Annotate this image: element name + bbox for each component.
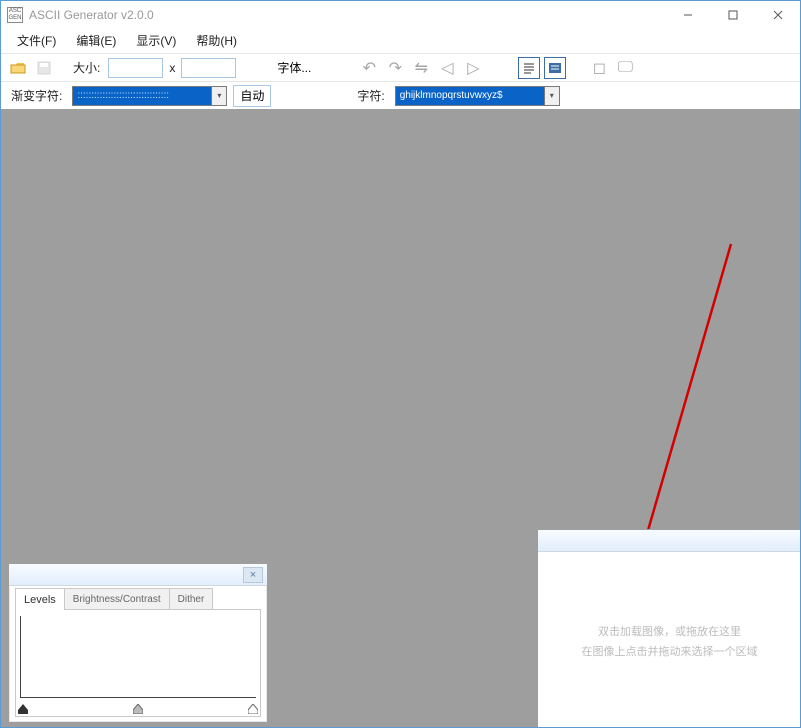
levels-panel[interactable]: × Levels Brightness/Contrast Dither (8, 563, 268, 723)
chars-value[interactable]: ghijklmnopqrstuvwxyz$ (395, 86, 545, 106)
folder-open-icon (10, 61, 26, 75)
size-label: 大小: (73, 59, 100, 76)
save-icon (37, 61, 51, 75)
menu-view[interactable]: 显示(V) (126, 30, 186, 51)
size-height-input[interactable] (181, 58, 236, 78)
prev-button[interactable]: ◁ (436, 57, 458, 79)
menu-edit[interactable]: 编辑(E) (66, 30, 126, 51)
levels-slider-track[interactable] (18, 702, 258, 714)
window-buttons (665, 1, 800, 29)
fit-window-button[interactable]: ◻ (588, 57, 610, 79)
align-left-button[interactable] (518, 57, 540, 79)
size-width-input[interactable] (108, 58, 163, 78)
gradient-chars-dropdown[interactable]: ▾ (212, 86, 227, 106)
white-point-handle[interactable] (248, 704, 258, 714)
chars-label: 字符: (357, 87, 384, 104)
toolbar-main: 大小: x 字体... ↶ ↷ ⇋ ◁ ▷ ◻ 🖵 (1, 53, 800, 81)
flip-h-button[interactable]: ⇋ (410, 57, 432, 79)
window-title: ASCII Generator v2.0.0 (29, 8, 154, 22)
auto-button[interactable]: 自动 (233, 85, 271, 107)
drop-hint-line1: 双击加载图像，或拖放在这里 (538, 622, 800, 642)
gradient-chars-value[interactable]: ::::::::::::::::::::::::::::::::: (72, 86, 212, 106)
maximize-button[interactable] (710, 1, 755, 29)
open-button[interactable] (7, 57, 29, 79)
tab-dither[interactable]: Dither (169, 588, 214, 610)
gradient-chars-combo[interactable]: ::::::::::::::::::::::::::::::::: ▾ (72, 85, 227, 107)
black-point-handle[interactable] (18, 704, 28, 714)
text-fill-icon (548, 62, 562, 74)
image-drop-titlebar[interactable] (538, 530, 800, 552)
rotate-cw-button[interactable]: ↷ (384, 57, 406, 79)
align-center-button[interactable] (544, 57, 566, 79)
rotate-ccw-icon: ↶ (363, 58, 376, 78)
image-drop-hint: 双击加载图像，或拖放在这里 在图像上点击并拖动来选择一个区域 (538, 622, 800, 662)
levels-panel-close[interactable]: × (243, 567, 263, 583)
flip-h-icon: ⇋ (415, 58, 428, 78)
workspace[interactable]: × Levels Brightness/Contrast Dither 双击加载… (1, 109, 800, 727)
mid-point-handle[interactable] (133, 704, 143, 714)
close-button[interactable] (755, 1, 800, 29)
save-button[interactable] (33, 57, 55, 79)
rotate-ccw-button[interactable]: ↶ (358, 57, 380, 79)
toolbar-chars: 渐变字符: ::::::::::::::::::::::::::::::::: … (1, 81, 800, 109)
menu-help[interactable]: 帮助(H) (186, 30, 247, 51)
size-separator: x (169, 61, 175, 75)
menu-file[interactable]: 文件(F) (7, 30, 66, 51)
chars-combo[interactable]: ghijklmnopqrstuvwxyz$ ▾ (395, 85, 560, 107)
histogram (20, 616, 256, 698)
gradient-chars-label: 渐变字符: (11, 87, 62, 104)
app-window: ASCGEN ASCII Generator v2.0.0 文件(F) 编辑(E… (0, 0, 801, 728)
app-icon: ASCGEN (7, 7, 23, 23)
drop-hint-line2: 在图像上点击并拖动来选择一个区域 (538, 642, 800, 662)
triangle-left-icon: ◁ (441, 58, 453, 78)
minimize-button[interactable] (665, 1, 710, 29)
levels-tabs: Levels Brightness/Contrast Dither (9, 586, 267, 610)
levels-panel-titlebar[interactable]: × (9, 564, 267, 586)
tab-levels[interactable]: Levels (15, 588, 65, 610)
rotate-cw-icon: ↷ (389, 58, 402, 78)
monitor-icon: 🖵 (618, 59, 633, 77)
image-drop-panel[interactable]: 双击加载图像，或拖放在这里 在图像上点击并拖动来选择一个区域 (537, 529, 800, 727)
levels-body (15, 609, 261, 717)
monitor-button[interactable]: 🖵 (614, 57, 636, 79)
menu-bar: 文件(F) 编辑(E) 显示(V) 帮助(H) (1, 29, 800, 53)
fit-icon: ◻ (593, 58, 606, 78)
triangle-right-icon: ▷ (467, 58, 479, 78)
font-button[interactable]: 字体... (268, 57, 320, 79)
chars-dropdown[interactable]: ▾ (545, 86, 560, 106)
text-align-icon (522, 62, 536, 74)
next-button[interactable]: ▷ (462, 57, 484, 79)
title-bar[interactable]: ASCGEN ASCII Generator v2.0.0 (1, 1, 800, 29)
tab-brightness-contrast[interactable]: Brightness/Contrast (64, 588, 170, 610)
